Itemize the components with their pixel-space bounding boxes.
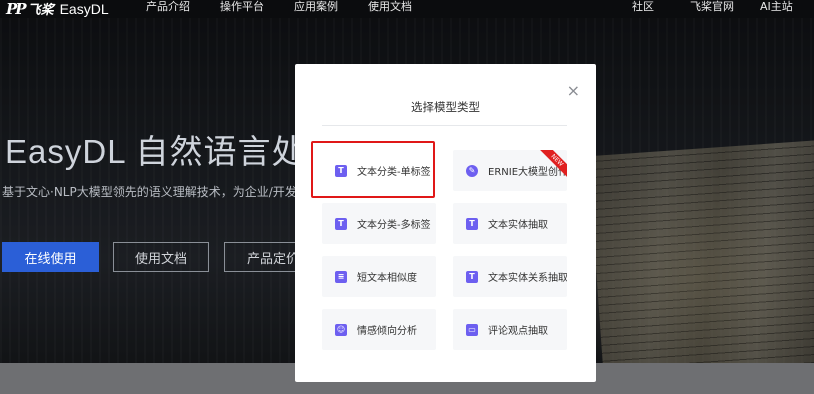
card-label: 文本实体抽取 (488, 220, 548, 231)
nav-item-platform[interactable]: 操作平台 (220, 0, 294, 14)
nav-item-community[interactable]: 社区 (632, 0, 690, 14)
paddle-logo-mark: PP (6, 0, 27, 18)
nav-item-ai-main[interactable]: AI主站 (760, 0, 814, 14)
card-label: 文本分类-单标签 (357, 167, 431, 178)
model-card-entity-extraction[interactable]: T 文本实体抽取 (453, 203, 567, 244)
top-navbar: PP 飞桨 EasyDL 产品介绍 操作平台 应用案例 使用文档 社区 飞桨官网… (0, 0, 814, 18)
model-card-relation-extraction[interactable]: T 文本实体关系抽取 (453, 256, 567, 297)
model-card-sentiment-analysis[interactable]: ☺ 情感倾向分析 (322, 309, 436, 350)
nav-item-paddle-site[interactable]: 飞桨官网 (690, 0, 760, 14)
card-label: 文本实体关系抽取 (488, 273, 567, 284)
card-label: 评论观点抽取 (488, 326, 548, 337)
text-icon: T (466, 270, 478, 283)
model-card-text-classification-multi[interactable]: T 文本分类-多标签 (322, 203, 436, 244)
hero-subtitle: 基于文心·NLP大模型领先的语义理解技术，为企业/开发者 (2, 185, 309, 199)
nav-item-docs[interactable]: 使用文档 (368, 0, 442, 14)
model-card-ernie-creation[interactable]: ✎ ERNIE大模型创作 NEW (453, 150, 567, 191)
product-name: EasyDL (59, 0, 109, 17)
card-label: 文本分类-多标签 (357, 220, 431, 231)
model-card-text-classification-single[interactable]: T 文本分类-单标签 (322, 150, 436, 191)
use-online-button[interactable]: 在线使用 (2, 242, 99, 272)
text-icon: T (466, 217, 478, 230)
select-model-type-dialog: × 选择模型类型 T 文本分类-单标签 ✎ ERNIE大模型创作 NEW T 文… (295, 64, 596, 382)
nav-item-intro[interactable]: 产品介绍 (146, 0, 220, 14)
model-card-opinion-extraction[interactable]: ▭ 评论观点抽取 (453, 309, 567, 350)
users-icon: ☺ (335, 323, 347, 336)
pen-icon: ✎ (466, 164, 478, 177)
nav-item-cases[interactable]: 应用案例 (294, 0, 368, 14)
model-card-short-text-similarity[interactable]: ≡ 短文本相似度 (322, 256, 436, 297)
pricing-button[interactable]: 产品定价 (224, 242, 304, 272)
comment-icon: ▭ (466, 323, 478, 336)
card-label: 短文本相似度 (357, 273, 417, 284)
text-icon: T (335, 164, 347, 177)
text-icon: T (335, 217, 347, 230)
main-nav: 产品介绍 操作平台 应用案例 使用文档 (146, 0, 442, 14)
paddle-logo-text: 飞桨 (27, 3, 54, 18)
document-icon: ≡ (335, 270, 347, 283)
dialog-title: 选择模型类型 (411, 100, 480, 114)
divider (322, 125, 567, 126)
nav-right: 社区 飞桨官网 AI主站 (632, 0, 814, 14)
close-icon[interactable]: × (567, 83, 580, 99)
hero-title: EasyDL 自然语言处 (5, 133, 306, 170)
docs-button[interactable]: 使用文档 (113, 242, 209, 272)
logo[interactable]: PP 飞桨 EasyDL (6, 0, 109, 18)
card-label: 情感倾向分析 (357, 326, 417, 337)
